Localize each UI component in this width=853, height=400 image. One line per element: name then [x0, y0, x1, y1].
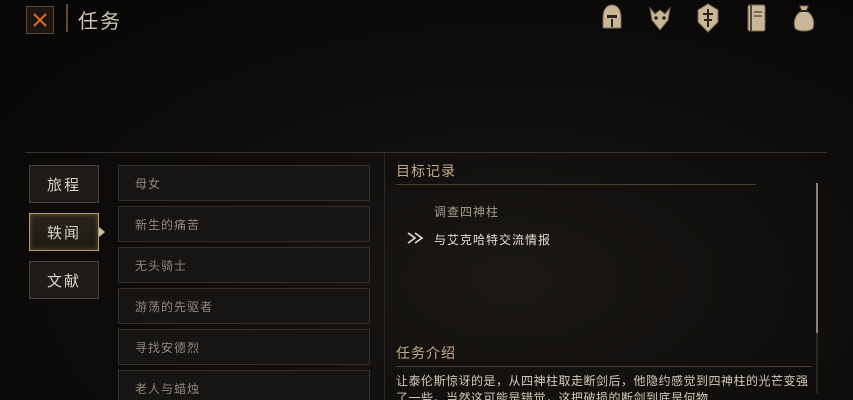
quest-item-3[interactable]: 无头骑士	[118, 247, 370, 283]
helmet-icon[interactable]	[597, 0, 627, 36]
objective-text: 与艾克哈特交流情报	[434, 232, 552, 247]
quest-item-2[interactable]: 新生的痛苦	[118, 206, 370, 242]
top-bar: 任务	[0, 0, 853, 38]
shield-emblem-icon[interactable]	[693, 0, 723, 36]
page-title: 任务	[78, 9, 122, 33]
close-button[interactable]	[26, 6, 54, 34]
objective-item-current: 与艾克哈特交流情报	[407, 225, 816, 253]
tab-anecdotes[interactable]: 轶闻	[29, 213, 105, 251]
scrollbar-thumb[interactable]	[816, 183, 818, 333]
current-objective-icon	[407, 232, 424, 244]
top-icon-bar	[597, 0, 819, 36]
beast-skull-icon[interactable]	[645, 0, 675, 36]
column-divider	[384, 153, 385, 400]
quest-panel: 旅程 轶闻 文献 母女 新生的痛苦 无头骑士 游荡的先驱者 寻找安德烈 老人与蜡…	[25, 152, 827, 400]
quest-item-6[interactable]: 老人与蜡烛	[118, 370, 370, 400]
title-divider	[66, 4, 68, 32]
objective-list: 调查四神柱 与艾克哈特交流情报	[407, 197, 816, 253]
tab-journey[interactable]: 旅程	[29, 165, 99, 203]
objective-log: 目标记录 调查四神柱 与艾克哈特交流情报	[396, 161, 816, 253]
quest-item-5[interactable]: 寻找安德烈	[118, 329, 370, 365]
pouch-icon[interactable]	[789, 0, 819, 36]
tab-documents[interactable]: 文献	[29, 261, 99, 299]
quest-screen: 任务 旅程 轶闻 文献 母女 新生的痛苦 无头骑士 游荡的先驱者 寻找安德烈 老…	[0, 0, 853, 400]
journal-icon[interactable]	[741, 0, 771, 36]
category-nav: 旅程 轶闻 文献	[29, 165, 105, 309]
objective-text: 调查四神柱	[434, 204, 500, 219]
close-icon	[33, 13, 47, 27]
quest-list: 母女 新生的痛苦 无头骑士 游荡的先驱者 寻找安德烈 老人与蜡烛	[118, 165, 372, 400]
quest-intro: 任务介绍 让泰伦斯惊讶的是，从四神柱取走断剑后，他隐约感觉到四神柱的光芒变强了一…	[396, 343, 816, 400]
objective-item: 调查四神柱	[434, 197, 816, 225]
quest-item-1[interactable]: 母女	[118, 165, 370, 201]
quest-intro-title: 任务介绍	[396, 343, 812, 367]
quest-item-4[interactable]: 游荡的先驱者	[118, 288, 370, 324]
objective-log-title: 目标记录	[396, 161, 756, 185]
quest-intro-text: 让泰伦斯惊讶的是，从四神柱取走断剑后，他隐约感觉到四神柱的光芒变强了一些。当然这…	[396, 374, 809, 400]
